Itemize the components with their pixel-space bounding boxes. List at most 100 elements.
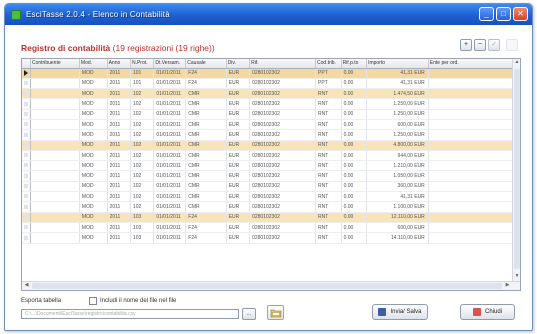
table-cell-causale[interactable]: F24 [185,212,227,223]
table-cell-importo[interactable]: 1.100,00 EUR [366,201,429,213]
row-selector[interactable] [22,119,31,131]
row-selector[interactable] [22,78,31,90]
table-cell-data[interactable]: 01/01/2011 [153,181,187,193]
table-cell-importo[interactable]: 600,00 EUR [366,119,429,131]
table-cell-rifpto[interactable]: 0.00 [341,181,368,193]
table-cell-div[interactable]: EUR [226,212,251,223]
table-cell-importo[interactable]: 944,00 EUR [366,150,429,162]
table-cell-rif[interactable]: 0280102302 [249,212,317,223]
column-header[interactable]: Mod. [79,59,108,69]
table-cell-anno[interactable]: 2011 [107,68,131,79]
table-cell-name[interactable] [30,109,80,120]
column-header[interactable]: Contribuente [30,59,80,69]
vertical-scrollbar[interactable]: ▲ ▼ [512,59,520,282]
table-cell-data[interactable]: 01/01/2011 [153,150,187,162]
table-cell-rif[interactable]: 0280102302 [249,170,317,182]
table-cell-anno[interactable]: 2011 [107,140,131,151]
table-cell-rif[interactable]: 0280102302 [249,201,317,213]
table-cell-div[interactable]: EUR [226,68,251,79]
table-cell-anno[interactable]: 2011 [107,181,131,193]
table-cell-ente[interactable] [428,232,515,244]
table-cell-anno[interactable]: 2011 [107,150,131,162]
table-cell-importo[interactable]: 1.250,00 EUR [366,109,429,120]
table-cell-ente[interactable] [428,119,515,131]
table-cell-prot[interactable]: 103 [130,212,155,223]
table-cell-codtrib[interactable]: PPT [315,78,342,90]
title-bar[interactable]: EsciTasse 2.0.4 - Elenco in Contabilità … [5,4,532,25]
table-cell-ente[interactable] [428,78,515,90]
table-cell-importo[interactable]: 4.800,00 EUR [366,140,429,151]
table-cell-codtrib[interactable]: RNT [315,129,342,141]
table-cell-mod[interactable]: MOD [79,232,108,244]
table-cell-importo[interactable]: 1.474,50 EUR [366,88,429,100]
table-cell-causale[interactable]: F24 [185,68,227,79]
table-cell-anno[interactable]: 2011 [107,78,131,90]
table-cell-rifpto[interactable]: 0.00 [341,170,368,182]
table-cell-anno[interactable]: 2011 [107,129,131,141]
row-selector[interactable] [22,129,31,141]
table-cell-name[interactable] [30,191,80,203]
table-cell-anno[interactable]: 2011 [107,160,131,172]
table-cell-div[interactable]: EUR [226,222,251,234]
table-cell-causale[interactable]: CMR [185,201,227,213]
close-window-button[interactable]: ✕ [513,7,528,21]
row-selector[interactable] [22,170,31,182]
include-filename-option[interactable]: Includi il nome del file nel file [89,297,176,305]
table-cell-prot[interactable]: 102 [130,150,155,162]
table-cell-rifpto[interactable]: 0.00 [341,232,368,244]
table-cell-codtrib[interactable]: RNT [315,232,342,244]
table-cell-rif[interactable]: 0280102302 [249,129,317,141]
column-header[interactable]: Cod.trib. [315,59,342,69]
row-selector[interactable] [22,109,31,120]
table-cell-causale[interactable]: CMR [185,140,227,151]
table-cell-data[interactable]: 01/01/2011 [153,88,187,100]
table-cell-mod[interactable]: MOD [79,181,108,193]
column-header[interactable]: Causale [185,59,227,69]
table-cell-rifpto[interactable]: 0.00 [341,140,368,151]
table-cell-importo[interactable]: 41,31 EUR [366,78,429,90]
table-cell-ente[interactable] [428,109,515,120]
table-cell-codtrib[interactable]: PPT [315,68,342,79]
table-cell-causale[interactable]: CMR [185,98,227,110]
column-header[interactable]: Dt.Versam. [153,59,187,69]
column-header[interactable]: Importo [366,59,429,69]
table-cell-causale[interactable]: CMR [185,181,227,193]
table-cell-codtrib[interactable]: RNT [315,150,342,162]
table-cell-prot[interactable]: 102 [130,191,155,203]
table-cell-codtrib[interactable]: RNT [315,119,342,131]
table-cell-div[interactable]: EUR [226,170,251,182]
export-path-input[interactable]: C:\...\Documenti\EsciTasse\registro\cont… [21,309,239,319]
table-cell-ente[interactable] [428,212,515,223]
table-cell-codtrib[interactable]: RNT [315,170,342,182]
table-cell-codtrib[interactable]: RNT [315,191,342,203]
table-cell-anno[interactable]: 2011 [107,170,131,182]
table-cell-mod[interactable]: MOD [79,160,108,172]
table-cell-rifpto[interactable]: 0.00 [341,212,368,223]
table-cell-div[interactable]: EUR [226,181,251,193]
table-cell-prot[interactable]: 102 [130,181,155,193]
table-row[interactable]: MOD 2011 102 01/01/2011 CMR EUR 0280102302 RNT 0… [22,129,515,141]
table-cell-name[interactable] [30,201,80,213]
table-cell-prot[interactable]: 101 [130,68,155,79]
scroll-left-icon[interactable]: ◀ [22,282,31,290]
row-selector-header[interactable] [22,59,31,69]
table-cell-rif[interactable]: 0280102302 [249,181,317,193]
table-cell-name[interactable] [30,68,80,79]
table-cell-data[interactable]: 01/01/2011 [153,191,187,203]
table-cell-data[interactable]: 01/01/2011 [153,78,187,90]
table-cell-mod[interactable]: MOD [79,212,108,223]
vertical-scroll-thumb[interactable] [514,69,520,269]
table-cell-rif[interactable]: 0280102302 [249,119,317,131]
table-cell-codtrib[interactable]: RNT [315,140,342,151]
table-cell-anno[interactable]: 2011 [107,119,131,131]
table-cell-data[interactable]: 01/01/2011 [153,201,187,213]
table-cell-ente[interactable] [428,191,515,203]
table-cell-rif[interactable]: 0280102302 [249,191,317,203]
table-cell-prot[interactable]: 102 [130,201,155,213]
table-cell-ente[interactable] [428,150,515,162]
minimize-button[interactable]: _ [479,7,494,21]
table-cell-causale[interactable]: CMR [185,170,227,182]
table-cell-prot[interactable]: 102 [130,119,155,131]
table-cell-div[interactable]: EUR [226,150,251,162]
table-cell-anno[interactable]: 2011 [107,98,131,110]
